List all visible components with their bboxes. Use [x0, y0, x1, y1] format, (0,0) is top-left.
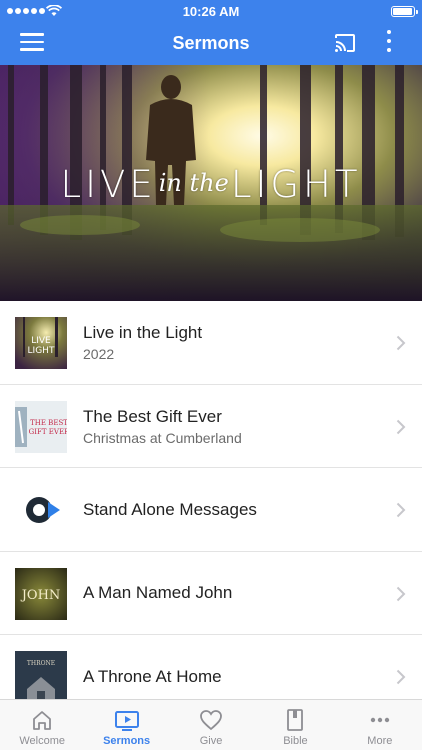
- cast-icon[interactable]: [333, 31, 357, 55]
- top-bar: 10:26 AM Sermons: [0, 0, 422, 65]
- chevron-right-icon: [396, 419, 406, 434]
- sermon-title: Stand Alone Messages: [83, 499, 257, 519]
- overflow-menu-button[interactable]: [383, 30, 395, 56]
- list-item[interactable]: THE BEST GIFT EVER The Best Gift Ever Ch…: [0, 385, 422, 468]
- list-item[interactable]: Stand Alone Messages: [0, 468, 422, 552]
- tab-label: Sermons: [103, 735, 151, 747]
- hero-series-title: LIVEin theLIGHT: [60, 163, 362, 206]
- svg-text:THE BEST: THE BEST: [30, 419, 67, 427]
- live-in-the-light-thumbnail: LIVE LIGHT: [15, 317, 67, 369]
- tab-label: More: [367, 735, 393, 747]
- sermon-title: Live in the Light: [83, 323, 203, 342]
- status-time: 10:26 AM: [182, 4, 240, 19]
- status-bar: 10:26 AM: [0, 0, 422, 22]
- home-icon: [33, 711, 52, 730]
- tab-sermons[interactable]: Sermons: [84, 700, 168, 750]
- chevron-right-icon: [396, 335, 406, 351]
- sermon-subtitle: Christmas at Cumberland: [83, 429, 242, 446]
- tab-give[interactable]: Give: [169, 700, 253, 750]
- sermon-title: A Man Named John: [83, 583, 233, 602]
- sermon-subtitle: 2022: [83, 346, 115, 362]
- best-gift-ever-thumbnail: THE BEST GIFT EVER: [15, 400, 67, 453]
- svg-text:LIVE: LIVE: [31, 336, 51, 346]
- series-hero-banner[interactable]: LIVEin theLIGHT: [0, 65, 422, 301]
- svg-text:LIGHT: LIGHT: [28, 346, 55, 356]
- tab-label: Bible: [283, 735, 308, 747]
- svg-text:GIFT EVER: GIFT EVER: [29, 428, 67, 436]
- book-icon: [287, 709, 304, 731]
- chevron-right-icon: [396, 586, 406, 601]
- tab-more[interactable]: More: [338, 700, 422, 750]
- tv-play-icon: [114, 711, 139, 731]
- tab-welcome[interactable]: Welcome: [0, 700, 84, 750]
- sermon-title: A Throne At Home: [83, 666, 222, 686]
- heart-icon: [200, 710, 222, 731]
- svg-text:JOHN: JOHN: [20, 588, 61, 603]
- tab-bible[interactable]: Bible: [253, 700, 337, 750]
- bottom-tab-bar: Welcome Sermons Give Bible More: [0, 699, 422, 750]
- list-item[interactable]: JOHN A Man Named John: [0, 552, 422, 635]
- sermon-series-list: LIVE LIGHT Live in the Light 2022 THE BE…: [0, 301, 422, 719]
- tab-label: Give: [199, 735, 223, 747]
- man-named-john-thumbnail: JOHN: [15, 567, 67, 620]
- chevron-right-icon: [396, 669, 406, 685]
- stand-alone-logo: [15, 484, 67, 536]
- svg-text:THRONE: THRONE: [27, 660, 55, 667]
- tab-label: Welcome: [19, 735, 66, 747]
- battery-icon: [391, 6, 418, 17]
- chevron-right-icon: [396, 502, 406, 518]
- page-title: Sermons: [172, 33, 250, 53]
- navigation-bar: Sermons: [0, 22, 422, 65]
- throne-at-home-thumbnail: THRONE: [15, 651, 67, 703]
- sermon-title: The Best Gift Ever: [83, 406, 222, 426]
- list-item[interactable]: LIVE LIGHT Live in the Light 2022: [0, 301, 422, 385]
- ellipsis-icon: [370, 717, 390, 723]
